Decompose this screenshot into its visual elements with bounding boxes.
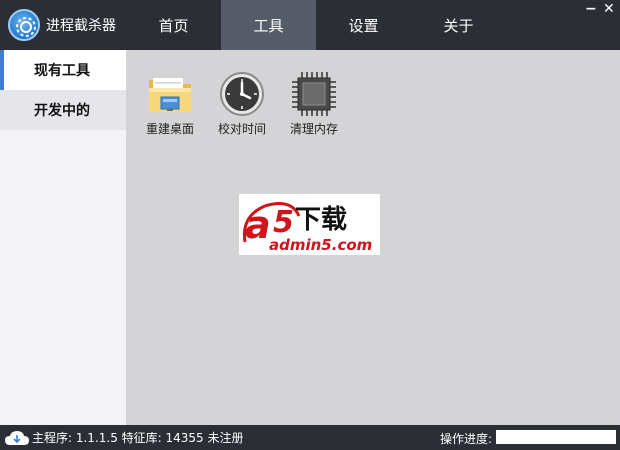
sidebar: 现有工具 开发中的 [0,50,126,425]
close-button[interactable]: ✕ [603,2,615,16]
tool-label: 清理内存 [289,122,338,136]
admin5-logo: a 5 下载 admin5.com [242,202,372,254]
status-bar: 主程序: 1.1.1.5 特征库: 14355 未注册 操作进度: [0,425,620,450]
ad-digit: 5 [273,205,294,240]
ad-url: admin5.com [269,236,372,254]
tab-home[interactable]: 首页 [126,0,221,50]
minimize-button[interactable]: − [585,2,597,16]
ad-text: 下载 [295,205,347,235]
tab-tools[interactable]: 工具 [221,0,316,50]
folder-icon [149,78,191,112]
sidebar-item-label: 开发中的 [34,103,90,119]
app-logo-area: 进程截杀器 [8,8,116,42]
tool-label: 校对时间 [217,122,266,136]
main-panel: 重建桌面 校对时间 清理内存 a 5 下载 admin5.com [126,50,620,425]
app-title: 进程截杀器 [46,18,116,34]
tool-clean-memory[interactable]: 清理内存 [284,70,344,137]
progress-bar [496,430,616,444]
progress-label: 操作进度: [439,432,492,446]
cloud-icon [5,430,29,445]
sidebar-item-label: 现有工具 [34,63,90,79]
sidebar-item-existing-tools[interactable]: 现有工具 [0,50,126,90]
sidebar-item-in-development[interactable]: 开发中的 [0,90,126,130]
tab-settings[interactable]: 设置 [316,0,411,50]
tool-rebuild-desktop[interactable]: 重建桌面 [140,70,200,137]
gear-logo-icon [8,9,40,41]
title-bar: 进程截杀器 首页 工具 设置 关于 − ✕ [0,0,620,50]
admin5-ad-banner[interactable]: a 5 下载 admin5.com [239,194,380,255]
chip-icon [292,72,336,116]
ad-brand-letter: a [245,203,271,247]
clock-icon [220,72,264,116]
tool-sync-time[interactable]: 校对时间 [212,70,272,137]
tool-label: 重建桌面 [145,122,194,136]
tab-about[interactable]: 关于 [411,0,506,50]
status-text: 主程序: 1.1.1.5 特征库: 14355 未注册 [32,431,244,445]
